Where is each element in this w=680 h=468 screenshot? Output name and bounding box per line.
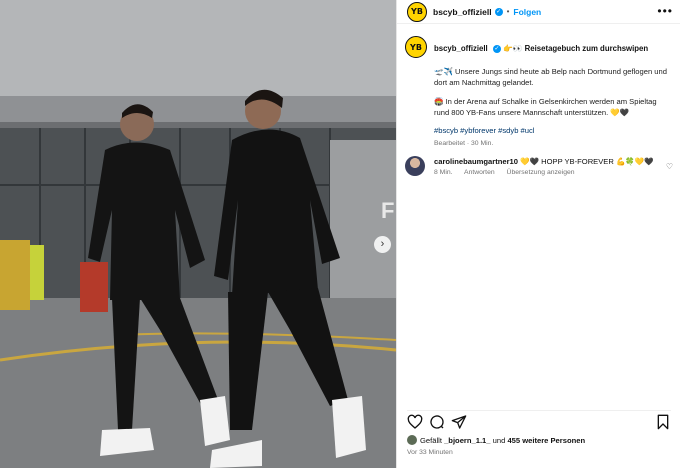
likes-user[interactable]: _bjoern_1.1_ [444, 436, 490, 445]
heart-icon[interactable] [407, 414, 423, 430]
caption-avatar[interactable]: YB [405, 36, 427, 58]
caption-meta: Bearbeitet · 30 Min. [434, 140, 494, 147]
building-letter: F [381, 198, 394, 223]
post-side-panel: YB bscyb_offiziell ✓ • Folgen ••• YB bsc… [396, 0, 680, 468]
liker-avatar[interactable] [407, 435, 417, 445]
likes-summary: Gefällt _bjoern_1.1_ und 455 weitere Per… [407, 435, 585, 445]
commenter-username[interactable]: carolinebaumgartner10 [434, 157, 518, 166]
caption-title-emoji: 👉👀 [503, 44, 523, 53]
comment-translate-button[interactable]: Übersetzung anzeigen [507, 169, 575, 176]
caption-line-1: 🛫✈️ Unsere Jungs sind heute ab Belp nach… [434, 67, 667, 87]
likes-others[interactable]: 455 weitere Personen [507, 436, 585, 445]
follow-button[interactable]: Folgen [513, 7, 541, 17]
more-options-icon[interactable]: ••• [657, 4, 673, 18]
comment-like-heart-icon[interactable]: ♡ [666, 162, 673, 171]
separator: • [506, 7, 510, 16]
caption-hashtags[interactable]: #bscyb #ybforever #sdyb #ucl [434, 126, 673, 135]
post-actions-bar [407, 410, 671, 430]
chevron-right-icon: › [380, 238, 385, 250]
post-caption: YB bscyb_offiziell ✓ 👉👀 Reisetagebuch zu… [405, 36, 673, 147]
comment-reply-button[interactable]: Antworten [464, 169, 495, 176]
verified-badge-icon: ✓ [492, 44, 501, 53]
commenter-avatar[interactable] [405, 156, 425, 176]
comment-icon[interactable] [429, 414, 445, 430]
photo-illustration: F [0, 0, 396, 468]
account-avatar[interactable]: YB [407, 1, 427, 22]
account-username[interactable]: bscyb_offiziell [433, 7, 492, 17]
next-photo-button[interactable]: › [374, 236, 391, 253]
post-photo[interactable]: F › [0, 0, 396, 468]
post-time-ago: Vor 33 Minuten [407, 449, 453, 456]
likes-middle: und [492, 435, 506, 445]
caption-title: Reisetagebuch zum durchswipen [524, 44, 649, 53]
comment-item: carolinebaumgartner10 💛🖤 HOPP YB-FOREVER… [405, 156, 673, 176]
likes-prefix: Gefällt [420, 435, 442, 445]
post-header: YB bscyb_offiziell ✓ • Folgen ••• [397, 0, 680, 24]
share-icon[interactable] [451, 414, 467, 430]
caption-username[interactable]: bscyb_offiziell [434, 44, 488, 53]
verified-badge-icon: ✓ [494, 7, 503, 16]
comment-text: 💛🖤 HOPP YB-FOREVER 💪🍀💛🖤 [520, 157, 654, 166]
comment-time: 8 Min. [434, 169, 453, 176]
caption-line-2: 🏟️ In der Arena auf Schalke in Gelsenkir… [434, 97, 657, 117]
bookmark-icon[interactable] [655, 414, 671, 430]
